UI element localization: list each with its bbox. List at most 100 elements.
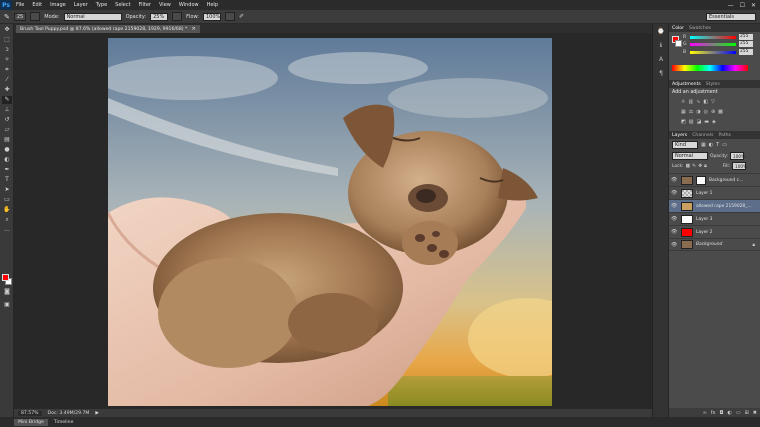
lasso-tool-icon[interactable]: ↄ	[2, 46, 12, 54]
zoom-tool-icon[interactable]: ⌕	[2, 216, 12, 224]
lock-transparent-icon[interactable]: ▦	[686, 164, 691, 169]
hue-saturation-icon[interactable]: ▦	[681, 109, 686, 115]
pressure-size-icon[interactable]: ✐	[239, 13, 244, 20]
visibility-eye-icon[interactable]: 👁︎	[671, 216, 678, 222]
screen-mode-icon[interactable]: ▣	[2, 301, 12, 309]
paragraph-panel-icon[interactable]: ¶	[656, 70, 666, 80]
airbrush-toggle[interactable]	[224, 12, 235, 21]
selective-color-icon[interactable]: ◈	[712, 119, 716, 125]
new-layer-icon[interactable]: ⊞	[745, 410, 749, 416]
brightness-icon[interactable]: ☼	[681, 99, 685, 105]
shape-tool-icon[interactable]: ▭	[2, 196, 12, 204]
gradient-tool-icon[interactable]: ▤	[2, 136, 12, 144]
pressure-opacity-toggle[interactable]	[172, 12, 183, 21]
menu-type[interactable]: Type	[92, 2, 111, 8]
filter-adjustment-icon[interactable]: ◐	[709, 142, 713, 148]
filter-shape-icon[interactable]: ▭	[722, 142, 727, 148]
type-tool-icon[interactable]: T	[2, 176, 12, 184]
history-panel-icon[interactable]: ⌚	[656, 28, 666, 38]
brush-tool-icon[interactable]: ✎	[4, 13, 10, 21]
b-value[interactable]: 255	[739, 49, 753, 55]
visibility-eye-icon[interactable]: 👁︎	[671, 177, 678, 183]
menu-select[interactable]: Select	[111, 2, 134, 8]
r-value[interactable]: 255	[739, 34, 753, 40]
maximize-button[interactable]: ☐	[740, 2, 745, 9]
layer-row-selected[interactable]: 👁︎ allowed rape 2159028_...	[669, 199, 760, 212]
menu-edit[interactable]: Edit	[28, 2, 46, 8]
visibility-eye-icon[interactable]: 👁︎	[671, 229, 678, 235]
menu-help[interactable]: Help	[203, 2, 222, 8]
photo-filter-icon[interactable]: ◎	[704, 109, 708, 115]
flow-input[interactable]: 100%	[202, 12, 221, 21]
edit-toolbar-icon[interactable]: …	[2, 226, 12, 234]
zoom-level[interactable]: 87.57%	[18, 410, 42, 416]
layer-row[interactable]: 👁︎ Layer 3	[669, 212, 760, 225]
menu-view[interactable]: View	[155, 2, 175, 8]
status-menu-arrow[interactable]: ▶	[95, 411, 99, 416]
brush-tool-icon[interactable]: ✎	[2, 96, 12, 104]
tab-swatches[interactable]: Swatches	[689, 26, 711, 31]
layer-row[interactable]: 👁︎ Layer 1	[669, 186, 760, 199]
blur-tool-icon[interactable]: ●	[2, 146, 12, 154]
new-group-icon[interactable]: ▭	[736, 410, 741, 416]
add-mask-icon[interactable]: ◘	[720, 410, 724, 416]
filter-type-icon[interactable]: T	[716, 142, 719, 148]
blend-mode-select[interactable]: Normal	[672, 152, 708, 160]
document-tab[interactable]: Brush Tool Puppy.psd @ 87.6% (allowed ra…	[15, 24, 201, 33]
eraser-tool-icon[interactable]: ▱	[2, 126, 12, 134]
marquee-tool-icon[interactable]: ⬚	[2, 36, 12, 44]
tab-mini-bridge[interactable]: Mini Bridge	[14, 418, 48, 426]
document-canvas[interactable]	[108, 38, 552, 406]
visibility-eye-icon[interactable]: 👁︎	[671, 190, 678, 196]
posterize-icon[interactable]: ▧	[689, 119, 694, 125]
layer-row[interactable]: 👁︎ Background 🔒︎	[669, 238, 760, 251]
pen-tool-icon[interactable]: ✒	[2, 166, 12, 174]
clone-stamp-tool-icon[interactable]: ⊥	[2, 106, 12, 114]
invert-icon[interactable]: ◩	[681, 119, 686, 125]
tab-styles[interactable]: Styles	[706, 82, 720, 87]
menu-layer[interactable]: Layer	[70, 2, 92, 8]
r-slider[interactable]	[690, 35, 736, 39]
black-white-icon[interactable]: ◑	[696, 109, 700, 115]
workspace-select[interactable]: Essentials	[706, 13, 756, 21]
tab-paths[interactable]: Paths	[718, 133, 731, 138]
crop-tool-icon[interactable]: ⌗	[2, 66, 12, 74]
visibility-eye-icon[interactable]: 👁︎	[671, 203, 678, 209]
minimize-button[interactable]: —	[728, 2, 734, 9]
color-bg-swatch[interactable]	[675, 40, 682, 47]
menu-window[interactable]: Window	[175, 2, 203, 8]
lock-paint-icon[interactable]: ✎	[692, 164, 696, 169]
vibrance-icon[interactable]: ▽	[711, 99, 715, 105]
channel-mixer-icon[interactable]: ⊕	[711, 109, 715, 115]
exposure-icon[interactable]: ◧	[703, 99, 708, 105]
filter-pixel-icon[interactable]: ▦	[701, 142, 706, 148]
foreground-color-swatch[interactable]	[2, 274, 9, 281]
menu-file[interactable]: File	[12, 2, 28, 8]
mode-select[interactable]: Normal	[63, 12, 122, 21]
color-lookup-icon[interactable]: ▩	[718, 109, 723, 115]
lock-all-icon[interactable]: 🔒︎	[704, 163, 707, 169]
move-tool-icon[interactable]: ✥	[2, 26, 12, 34]
link-layers-icon[interactable]: ∞	[703, 410, 707, 416]
visibility-eye-icon[interactable]: 👁︎	[671, 242, 678, 248]
history-brush-tool-icon[interactable]: ↺	[2, 116, 12, 124]
opacity-input[interactable]: 25%	[150, 12, 169, 21]
fill-input[interactable]: 100%	[732, 162, 747, 170]
brush-preset-picker[interactable]: 25	[13, 12, 27, 21]
new-adjustment-icon[interactable]: ◐	[727, 410, 731, 416]
layer-kind-filter[interactable]: Kind	[672, 141, 698, 149]
color-balance-icon[interactable]: ⚖	[689, 109, 693, 115]
threshold-icon[interactable]: ◪	[696, 119, 701, 125]
g-value[interactable]: 255	[739, 41, 753, 47]
layer-mask-thumbnail[interactable]	[696, 175, 706, 185]
dodge-tool-icon[interactable]: ◐	[2, 156, 12, 164]
layer-row[interactable]: 👁︎ Background c...	[669, 173, 760, 186]
close-button[interactable]: ✕	[751, 2, 756, 9]
menu-filter[interactable]: Filter	[135, 2, 155, 8]
character-panel-icon[interactable]: A	[656, 56, 666, 66]
menu-image[interactable]: Image	[46, 2, 70, 8]
delete-layer-icon[interactable]: ✖	[753, 410, 757, 416]
color-spectrum[interactable]	[672, 65, 748, 71]
levels-icon[interactable]: ▥	[688, 99, 693, 105]
tab-color[interactable]: Color	[672, 26, 684, 31]
